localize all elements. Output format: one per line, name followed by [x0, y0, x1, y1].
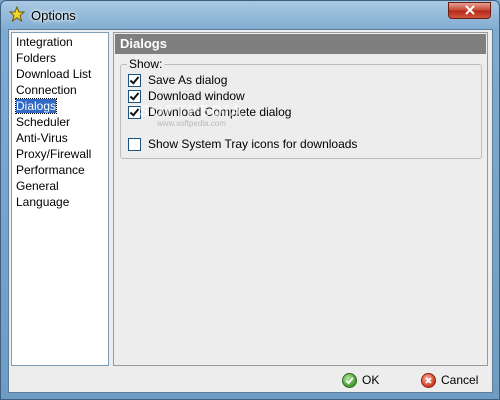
- category-item-general[interactable]: General: [13, 178, 108, 194]
- category-label: Folders: [16, 51, 57, 65]
- category-label: Scheduler: [16, 115, 71, 129]
- watermark: SOFTPEDIA: [139, 102, 243, 120]
- settings-panel: Dialogs Show: Save As dialog Download wi…: [113, 32, 488, 366]
- option-label: Show System Tray icons for downloads: [148, 137, 358, 151]
- category-item-connection[interactable]: Connection: [13, 82, 108, 98]
- checkbox-download-window[interactable]: [128, 89, 141, 103]
- dialog-client-area: Integration Folders Download List Connec…: [8, 29, 493, 393]
- options-window: Options Integration Folders Download Lis…: [0, 0, 500, 400]
- category-label: Anti-Virus: [16, 131, 68, 145]
- category-item-integration[interactable]: Integration: [13, 34, 108, 50]
- checkbox-system-tray-icons[interactable]: [128, 137, 141, 151]
- cancel-button[interactable]: Cancel: [421, 370, 478, 390]
- x-circle-icon: [421, 372, 436, 388]
- category-label: Dialogs: [14, 98, 58, 114]
- checkbox-save-as-dialog[interactable]: [128, 73, 141, 87]
- panel-header: Dialogs: [115, 34, 486, 54]
- watermark-url: www.softpedia.com: [157, 119, 226, 128]
- title-bar[interactable]: Options: [1, 1, 499, 29]
- category-label: Connection: [16, 83, 77, 97]
- category-item-anti-virus[interactable]: Anti-Virus: [13, 130, 108, 146]
- category-item-performance[interactable]: Performance: [13, 162, 108, 178]
- category-item-proxy-firewall[interactable]: Proxy/Firewall: [13, 146, 108, 162]
- category-item-download-list[interactable]: Download List: [13, 66, 108, 82]
- ok-button[interactable]: OK: [342, 370, 379, 390]
- category-item-language[interactable]: Language: [13, 194, 108, 210]
- check-circle-icon: [342, 372, 357, 388]
- close-icon: [464, 4, 476, 18]
- category-label: Language: [16, 195, 70, 209]
- option-system-tray-icons[interactable]: Show System Tray icons for downloads: [128, 136, 357, 152]
- category-list[interactable]: Integration Folders Download List Connec…: [11, 32, 109, 366]
- ok-label: OK: [362, 373, 380, 387]
- group-label: Show:: [127, 57, 165, 71]
- dialog-footer: OK Cancel: [11, 369, 489, 391]
- category-label: Download List: [16, 67, 92, 81]
- option-label: Download window: [148, 89, 245, 103]
- category-item-scheduler[interactable]: Scheduler: [13, 114, 108, 130]
- category-label: Proxy/Firewall: [16, 147, 92, 161]
- close-button[interactable]: [448, 2, 491, 19]
- category-label: Integration: [16, 35, 73, 49]
- star-icon: [8, 5, 26, 23]
- category-label: Performance: [16, 163, 85, 177]
- option-label: Save As dialog: [148, 73, 228, 87]
- window-title: Options: [31, 8, 76, 23]
- cancel-label: Cancel: [441, 373, 479, 387]
- category-label: General: [16, 179, 59, 193]
- option-save-as-dialog[interactable]: Save As dialog: [128, 72, 227, 88]
- category-item-dialogs[interactable]: Dialogs: [13, 98, 108, 114]
- category-item-folders[interactable]: Folders: [13, 50, 108, 66]
